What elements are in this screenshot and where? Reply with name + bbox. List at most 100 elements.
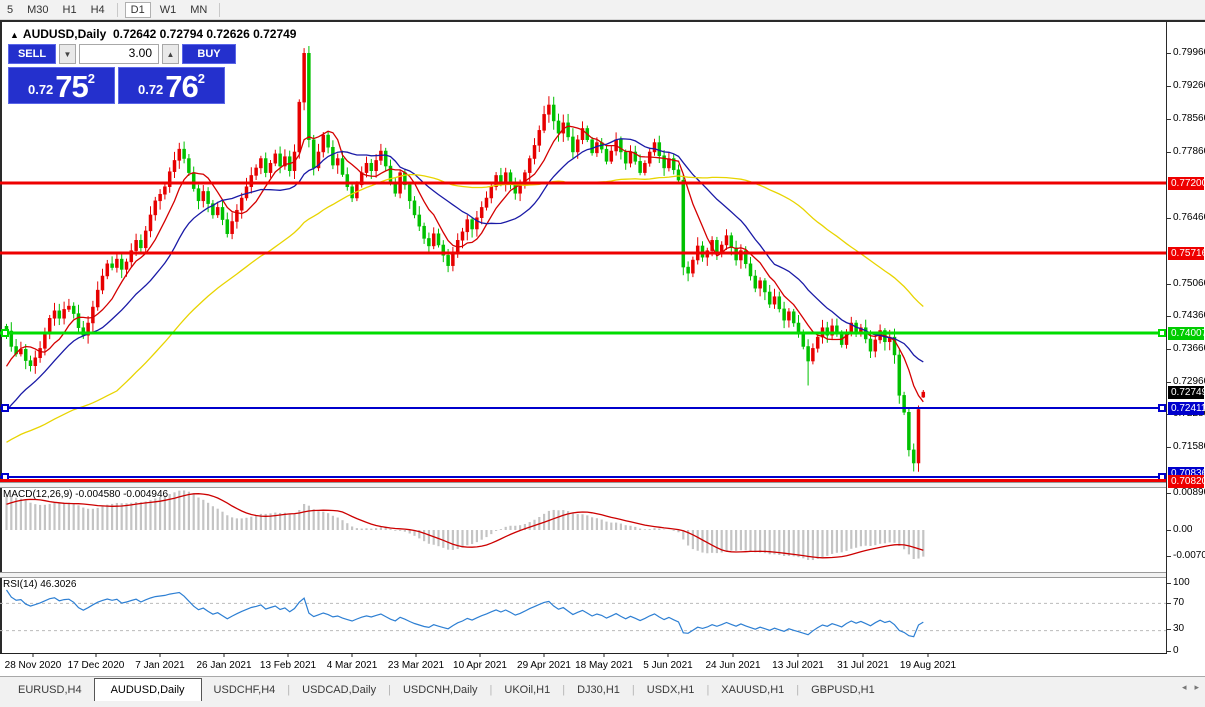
axis-tickmark [1167, 86, 1171, 87]
timeframe-h1[interactable]: H1 [58, 3, 82, 17]
price-tick: 0.75060 [1173, 278, 1205, 289]
hline-price-label: 0.72411 [1168, 402, 1204, 415]
axis-tickmark [1167, 119, 1171, 120]
time-axis-label: 31 Jul 2021 [837, 660, 889, 671]
timeframe-d1[interactable]: D1 [125, 2, 151, 18]
tab-dj30-h1[interactable]: DJ30,H1 [565, 680, 632, 701]
axis-tickmark [1167, 556, 1171, 557]
buy-price-small: 0.72 [138, 82, 163, 97]
tab-scroll-left-icon[interactable]: ◂ [1182, 682, 1187, 693]
axis-tickmark [1167, 349, 1171, 350]
sell-price-small: 0.72 [28, 82, 53, 97]
tab-usdcnh-daily[interactable]: USDCNH,Daily [391, 680, 490, 701]
time-axis-label: 7 Jan 2021 [135, 660, 185, 671]
chart-title-ohlc: 0.72642 0.72794 0.72626 0.72749 [113, 27, 297, 41]
chart-collapse-icon[interactable]: ▲ [10, 30, 19, 40]
time-axis-label: 13 Jul 2021 [772, 660, 824, 671]
buy-price-display[interactable]: 0.72 76 2 [118, 67, 225, 104]
tab-scroll-arrows: ◂ ▸ [1182, 682, 1199, 693]
time-axis-label: 4 Mar 2021 [327, 660, 378, 671]
hline-marker[interactable] [2, 330, 8, 336]
buy-price-sup: 2 [198, 71, 205, 86]
timeframe-m30[interactable]: M30 [22, 3, 53, 17]
axis-tickmark [1167, 152, 1171, 153]
axis-tickmark [1167, 53, 1171, 54]
tab-gbpusd-h1[interactable]: GBPUSD,H1 [799, 680, 887, 701]
time-axis-label: 10 Apr 2021 [453, 660, 507, 671]
tab-xauusd-h1[interactable]: XAUUSD,H1 [709, 680, 796, 701]
hline-price-label: 0.70820 [1168, 475, 1204, 488]
time-axis-label: 17 Dec 2020 [68, 660, 125, 671]
tab-usdchf-h4[interactable]: USDCHF,H4 [202, 680, 288, 701]
time-axis-label: 18 May 2021 [575, 660, 633, 671]
status-bar [0, 701, 1205, 707]
macd-tick: -0.00701 [1173, 550, 1205, 561]
hline-price-label: 0.77200 [1168, 177, 1204, 190]
chart-title: ▲ AUDUSD,Daily 0.72642 0.72794 0.72626 0.… [10, 27, 296, 41]
tab-usdx-h1[interactable]: USDX,H1 [635, 680, 707, 701]
hline-marker[interactable] [1159, 405, 1165, 411]
ma-8-line [7, 126, 924, 402]
current-price-label: 0.72749 [1168, 386, 1204, 399]
price-tick: 0.79960 [1173, 47, 1205, 58]
time-axis-label: 26 Jan 2021 [196, 660, 251, 671]
macd-label: MACD(12,26,9) -0.004580 -0.004946 [3, 489, 168, 500]
hline-price-label: 0.75716 [1168, 247, 1204, 260]
tab-usdcad-daily[interactable]: USDCAD,Daily [290, 680, 388, 701]
buy-button[interactable]: BUY [182, 44, 236, 64]
axis-tickmark [1167, 603, 1171, 604]
buy-price-big: 76 [165, 72, 197, 102]
time-axis-label: 13 Feb 2021 [260, 660, 317, 671]
tab-eurusd-h4[interactable]: EURUSD,H4 [6, 680, 94, 701]
chart-frame-top [0, 20, 1205, 22]
hline-marker[interactable] [2, 405, 8, 411]
axis-tickmark [1167, 651, 1171, 652]
tab-audusd-daily[interactable]: AUDUSD,Daily [94, 678, 202, 702]
price-tick: 0.77860 [1173, 146, 1205, 157]
macd-tick: 0.00 [1173, 524, 1192, 535]
one-click-trade-panel: SELL ▼ 3.00 ▲ BUY 0.72 75 2 0.72 76 2 [8, 44, 240, 104]
time-axis-label: 28 Nov 2020 [5, 660, 62, 671]
price-tick: 0.79260 [1173, 80, 1205, 91]
chart-title-symbol: AUDUSD,Daily [23, 27, 106, 41]
time-axis[interactable]: 28 Nov 2020 17 Dec 2020 7 Jan 2021 26 Jan 2… [0, 653, 1205, 675]
timeframe-w1[interactable]: W1 [155, 3, 182, 17]
rsi-tick: 0 [1173, 645, 1179, 656]
timeframe-mn[interactable]: MN [185, 3, 212, 17]
chart-tab-bar: EURUSD,H4AUDUSD,DailyUSDCHF,H4|USDCAD,Da… [0, 676, 1205, 701]
price-tick: 0.78560 [1173, 113, 1205, 124]
volume-input[interactable]: 3.00 [79, 44, 159, 64]
timeframe-5[interactable]: 5 [2, 3, 18, 17]
price-axis[interactable]: 0.79960 0.79260 0.78560 0.77860 0.76460 0.750… [1167, 22, 1205, 654]
hline-marker[interactable] [1159, 330, 1165, 336]
axis-tickmark [1167, 447, 1171, 448]
axis-tickmark [1167, 493, 1171, 494]
sell-price-sup: 2 [88, 71, 95, 86]
sell-price-display[interactable]: 0.72 75 2 [8, 67, 115, 104]
sell-button[interactable]: SELL [8, 44, 56, 64]
time-axis-label: 29 Apr 2021 [517, 660, 571, 671]
time-axis-label: 23 Mar 2021 [388, 660, 445, 671]
macd-signal-line [7, 494, 924, 558]
axis-tickmark [1167, 583, 1171, 584]
macd-histogram [7, 490, 924, 560]
rsi-label: RSI(14) 46.3026 [3, 579, 76, 590]
time-axis-label: 24 Jun 2021 [705, 660, 760, 671]
axis-tickmark [1167, 284, 1171, 285]
timeframe-toolbar: 5 M30 H1 H4 D1 W1MN [0, 0, 1205, 20]
axis-tickmark [1167, 530, 1171, 531]
rsi-tick: 30 [1173, 623, 1184, 634]
price-tick: 0.76460 [1173, 212, 1205, 223]
rsi-panel[interactable] [0, 578, 1166, 653]
timeframe-h4[interactable]: H4 [86, 3, 110, 17]
volume-increase-icon[interactable]: ▲ [162, 44, 179, 64]
sell-price-big: 75 [55, 72, 87, 102]
macd-tick: 0.008904 [1173, 487, 1205, 498]
volume-decrease-icon[interactable]: ▼ [59, 44, 76, 64]
price-tick: 0.73660 [1173, 343, 1205, 354]
tab-scroll-right-icon[interactable]: ▸ [1194, 682, 1199, 693]
macd-panel[interactable] [0, 488, 1166, 572]
axis-tickmark [1167, 629, 1171, 630]
hline-price-label: 0.74007 [1168, 327, 1204, 340]
tab-ukoil-h1[interactable]: UKOil,H1 [492, 680, 562, 701]
